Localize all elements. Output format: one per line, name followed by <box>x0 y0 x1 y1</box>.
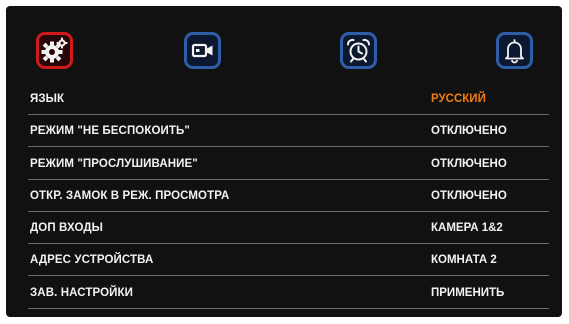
setting-label: ЯЗЫК <box>30 93 65 105</box>
setting-value[interactable]: ОТКЛЮЧЕНО <box>431 158 507 170</box>
setting-row-listening-mode[interactable]: РЕЖИМ "ПРОСЛУШИВАНИЕ" ОТКЛЮЧЕНО <box>28 149 549 180</box>
setting-row-factory-settings[interactable]: ЗАВ. НАСТРОЙКИ ПРИМЕНИТЬ <box>28 278 549 309</box>
setting-label: ДОП ВХОДЫ <box>30 222 103 235</box>
alarm-tab-button[interactable] <box>340 32 377 69</box>
setting-label: ОТКР. ЗАМОК В РЕЖ. ПРОСМОТРА <box>30 189 230 202</box>
settings-tab-button[interactable] <box>36 32 73 69</box>
menu-icon-bar <box>6 32 562 72</box>
setting-label: РЕЖИМ "ПРОСЛУШИВАНИЕ" <box>30 157 198 170</box>
setting-row-language[interactable]: ЯЗЫК РУССКИЙ <box>28 84 549 115</box>
setting-label: РЕЖИМ "НЕ БЕСПОКОИТЬ" <box>30 125 190 138</box>
setting-label: АДРЕС УСТРОЙСТВА <box>30 254 154 267</box>
settings-menu: ЯЗЫК РУССКИЙ РЕЖИМ "НЕ БЕСПОКОИТЬ" ОТКЛЮ… <box>28 84 549 310</box>
setting-row-device-address[interactable]: АДРЕС УСТРОЙСТВА КОМНАТА 2 <box>28 245 549 277</box>
setting-row-unlock-in-view-mode[interactable]: ОТКР. ЗАМОК В РЕЖ. ПРОСМОТРА ОТКЛЮЧЕНО <box>28 181 549 212</box>
setting-value[interactable]: КОМНАТА 2 <box>431 254 497 266</box>
setting-label: ЗАВ. НАСТРОЙКИ <box>30 286 133 299</box>
setting-value[interactable]: ОТКЛЮЧЕНО <box>431 125 507 137</box>
setting-value[interactable]: КАМЕРА 1&2 <box>431 222 503 234</box>
setting-row-do-not-disturb[interactable]: РЕЖИМ "НЕ БЕСПОКОИТЬ" ОТКЛЮЧЕНО <box>28 116 549 148</box>
setting-value[interactable]: РУССКИЙ <box>431 93 486 105</box>
intercom-tab-button[interactable] <box>184 32 221 69</box>
video-camera-icon <box>191 43 213 58</box>
setting-value[interactable]: ПРИМЕНИТЬ <box>431 287 504 299</box>
setting-row-extra-inputs[interactable]: ДОП ВХОДЫ КАМЕРА 1&2 <box>28 213 549 245</box>
setting-value[interactable]: ОТКЛЮЧЕНО <box>431 190 507 202</box>
notifications-tab-button[interactable] <box>496 32 533 69</box>
settings-gear-icon <box>41 37 68 63</box>
alarm-clock-icon <box>347 38 370 63</box>
bell-icon <box>505 39 524 64</box>
device-screen: ЯЗЫК РУССКИЙ РЕЖИМ "НЕ БЕСПОКОИТЬ" ОТКЛЮ… <box>6 6 562 317</box>
